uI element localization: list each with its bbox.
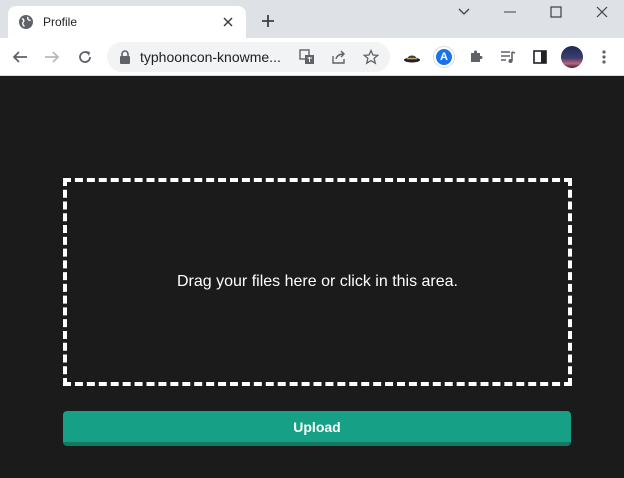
translate-icon[interactable] (297, 47, 317, 67)
url-text[interactable]: typhooncon-knowme... (140, 49, 288, 65)
address-bar[interactable]: typhooncon-knowme... (107, 42, 390, 72)
globe-icon (18, 14, 34, 30)
tab-title: Profile (43, 15, 78, 29)
minimize-icon[interactable] (487, 0, 533, 24)
back-arrow-icon[interactable] (8, 45, 32, 69)
tab-profile[interactable]: Profile (8, 6, 246, 38)
extension-badge-letter: A (440, 51, 448, 63)
tab-strip: Profile (0, 0, 624, 38)
maximize-icon[interactable] (533, 0, 579, 24)
profile-avatar[interactable] (560, 45, 584, 69)
translate-extension-icon[interactable]: A (432, 45, 456, 69)
media-control-icon[interactable] (496, 45, 520, 69)
lock-icon[interactable] (119, 50, 131, 64)
browser-toolbar: typhooncon-knowme... A (0, 38, 624, 76)
more-menu-icon[interactable] (592, 45, 616, 69)
tab-close-icon[interactable] (220, 14, 236, 30)
reload-icon[interactable] (73, 45, 97, 69)
hat-extension-icon[interactable] (400, 45, 424, 69)
chevron-down-icon[interactable] (441, 0, 487, 24)
upload-button[interactable]: Upload (63, 411, 571, 446)
bookmark-star-icon[interactable] (361, 47, 381, 67)
dropzone-instructions: Drag your files here or click in this ar… (177, 273, 458, 290)
forward-arrow-icon[interactable] (40, 45, 64, 69)
share-icon[interactable] (329, 47, 349, 67)
extensions-puzzle-icon[interactable] (464, 45, 488, 69)
side-panel-icon[interactable] (528, 45, 552, 69)
close-window-icon[interactable] (579, 0, 624, 24)
file-dropzone[interactable]: Drag your files here or click in this ar… (63, 178, 572, 386)
new-tab-icon[interactable] (257, 10, 279, 32)
